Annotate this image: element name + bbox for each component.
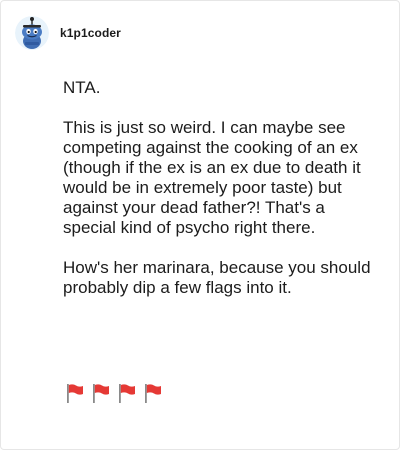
flag-emoji-row: [63, 382, 163, 404]
user-avatar[interactable]: [15, 16, 49, 50]
red-flag-icon: [119, 384, 135, 403]
red-flag-icon: [145, 384, 161, 403]
comment-username[interactable]: k1p1coder: [60, 26, 121, 40]
comment-header: k1p1coder: [15, 13, 121, 53]
comment-paragraph: This is just so weird. I can maybe see c…: [63, 118, 361, 237]
comment-paragraph: NTA.: [63, 78, 101, 97]
comment-paragraph: How's her marinara, because you should p…: [63, 258, 371, 297]
comment-body: NTA. This is just so weird. I can maybe …: [63, 78, 375, 318]
snoo-avatar-icon: [15, 16, 49, 50]
comment-card: k1p1coder NTA. This is just so weird. I …: [0, 0, 400, 450]
red-flag-icon: [67, 384, 83, 403]
red-flag-icon: [93, 384, 109, 403]
